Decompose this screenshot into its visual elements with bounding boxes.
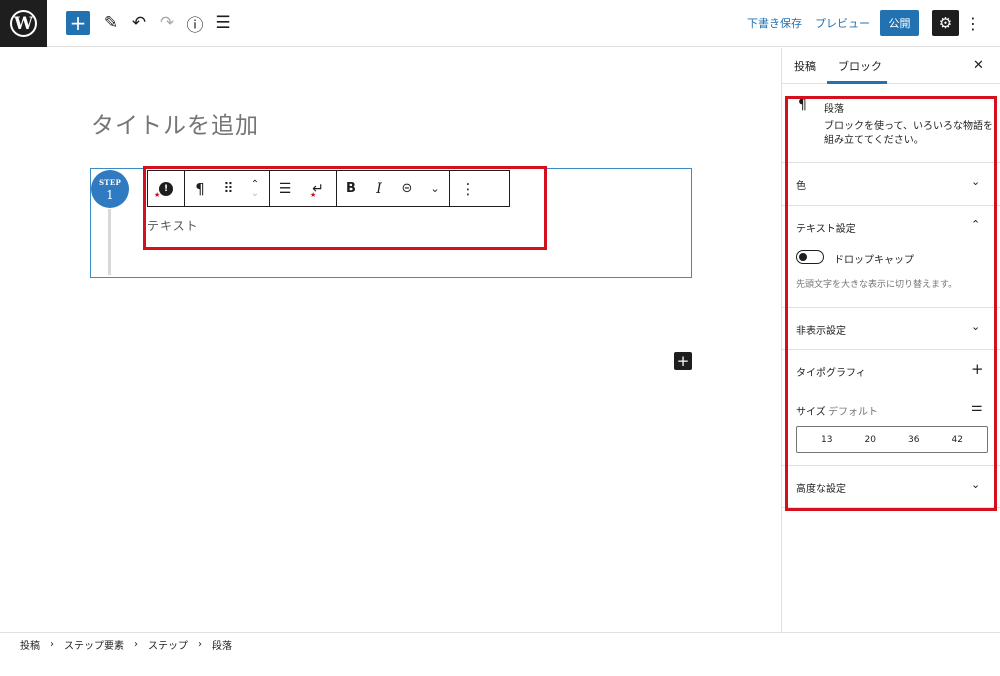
add-block-icon[interactable]: + xyxy=(674,352,692,370)
breadcrumb-separator: › xyxy=(134,639,138,650)
list-view-icon[interactable]: ☰ xyxy=(212,11,234,35)
details-info-icon[interactable]: ⓘ xyxy=(184,11,206,36)
settings-gear-icon[interactable]: ⚙ xyxy=(932,10,959,36)
wordpress-logo-button[interactable]: W xyxy=(0,0,47,47)
undo-icon[interactable]: ↶ xyxy=(128,11,150,35)
tools-pen-icon[interactable]: ✎ xyxy=(100,11,122,35)
save-draft-button[interactable]: 下書き保存 xyxy=(747,15,802,31)
preview-button[interactable]: プレビュー xyxy=(815,15,870,31)
redo-icon[interactable]: ↷ xyxy=(156,11,178,35)
highlight-box-sidebar xyxy=(785,96,997,511)
top-toolbar: W + ✎ ↶ ↷ ⓘ ☰ 下書き保存 プレビュー 公開 ⚙ ⋮ xyxy=(0,0,1000,47)
more-options-icon[interactable]: ⋮ xyxy=(965,12,981,34)
breadcrumb-separator: › xyxy=(198,639,202,650)
breadcrumb-item[interactable]: ステップ要素 xyxy=(64,637,124,652)
step-number: 1 xyxy=(106,188,114,202)
step-number-badge: STEP 1 xyxy=(91,170,129,208)
block-inserter-button[interactable]: + xyxy=(66,11,90,35)
editor-canvas: タイトルを追加 STEP 1 テキスト + xyxy=(0,48,781,632)
breadcrumb-item[interactable]: 投稿 xyxy=(20,637,40,652)
step-label: STEP xyxy=(98,178,122,187)
tab-post[interactable]: 投稿 xyxy=(794,58,816,74)
step-connector-line xyxy=(108,209,111,275)
breadcrumb-item: 段落 xyxy=(212,641,232,652)
publish-button[interactable]: 公開 xyxy=(880,10,919,36)
breadcrumb: 投稿 › ステップ要素 › ステップ › 段落 xyxy=(20,637,232,652)
breadcrumb-separator: › xyxy=(50,639,54,650)
wordpress-logo-icon: W xyxy=(10,10,37,37)
breadcrumb-item[interactable]: ステップ xyxy=(148,637,188,652)
highlight-box-toolbar xyxy=(143,166,547,250)
close-icon[interactable]: ✕ xyxy=(973,58,984,73)
sidebar-tabs: 投稿 ブロック ✕ xyxy=(782,48,1000,84)
block-breadcrumb-bar: 投稿 › ステップ要素 › ステップ › 段落 xyxy=(0,632,1000,676)
tab-block[interactable]: ブロック xyxy=(838,58,882,74)
post-title-input[interactable]: タイトルを追加 xyxy=(91,106,259,140)
